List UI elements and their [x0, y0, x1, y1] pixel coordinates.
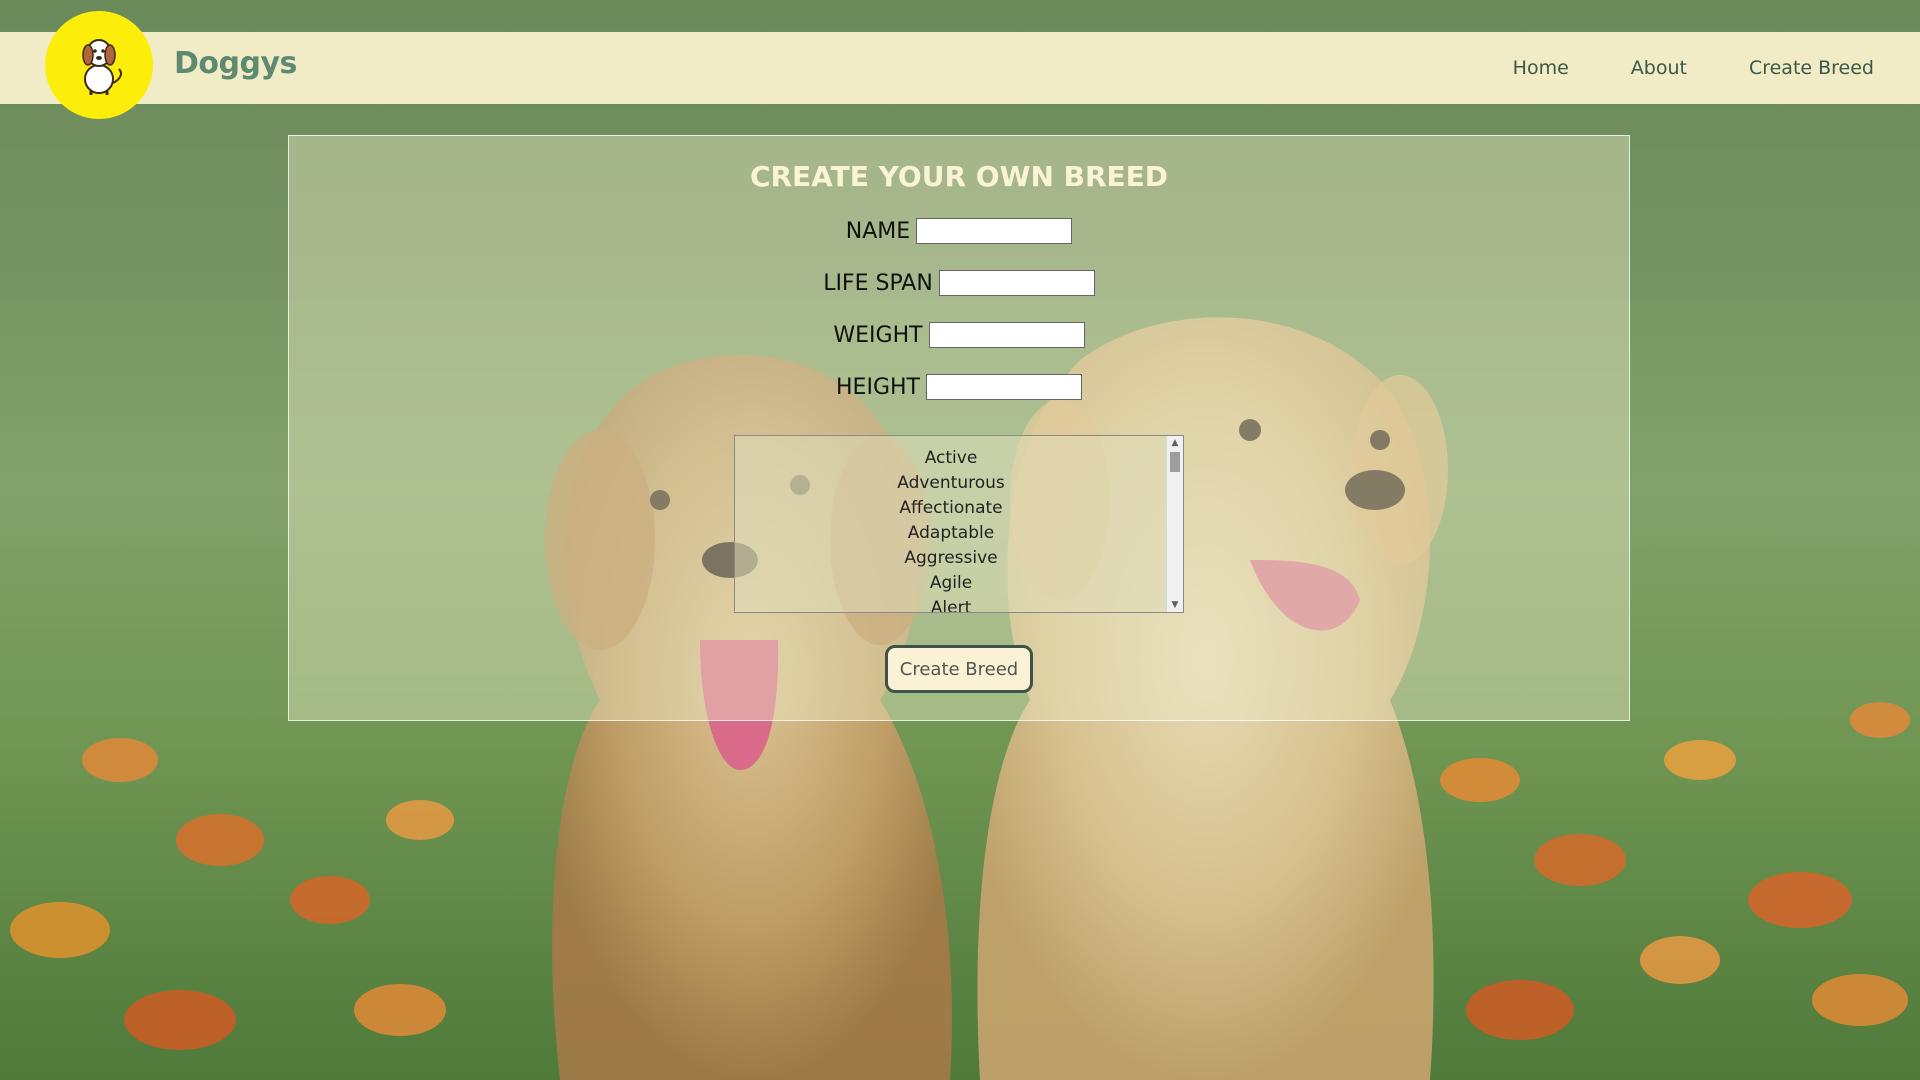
nav-home[interactable]: Home — [1513, 57, 1569, 79]
temperament-select[interactable]: Active Adventurous Affectionate Adaptabl… — [734, 435, 1184, 613]
weight-row: WEIGHT — [289, 309, 1629, 361]
temperament-option[interactable]: Alert — [735, 596, 1167, 612]
life-span-row: LIFE SPAN — [289, 257, 1629, 309]
temperament-option[interactable]: Adaptable — [735, 521, 1167, 546]
life-span-label: LIFE SPAN — [823, 270, 933, 296]
scroll-up-arrow-icon[interactable]: ▲ — [1167, 436, 1183, 450]
form-title: CREATE YOUR OWN BREED — [749, 160, 1169, 193]
height-row: HEIGHT — [289, 361, 1629, 413]
name-label: NAME — [845, 218, 911, 244]
temperament-scrollbar[interactable]: ▲ ▼ — [1166, 436, 1183, 612]
logo[interactable] — [45, 11, 153, 119]
temperament-option[interactable]: Adventurous — [735, 471, 1167, 496]
weight-input[interactable] — [928, 322, 1085, 348]
life-span-input[interactable] — [938, 270, 1095, 296]
temperament-option[interactable]: Affectionate — [735, 496, 1167, 521]
height-input[interactable] — [925, 374, 1082, 400]
nav-create-breed[interactable]: Create Breed — [1749, 57, 1874, 79]
temperament-option[interactable]: Agile — [735, 571, 1167, 596]
temperament-option[interactable]: Active — [735, 446, 1167, 471]
page: Doggys Home About Create Breed CREATE YO… — [0, 0, 1920, 1080]
temperament-option[interactable]: Aggressive — [735, 546, 1167, 571]
nav-about[interactable]: About — [1631, 57, 1687, 79]
create-breed-button[interactable]: Create Breed — [884, 645, 1034, 693]
nav-menu: Home About Create Breed — [1513, 32, 1874, 104]
name-row: NAME — [289, 205, 1629, 257]
create-breed-form: CREATE YOUR OWN BREED NAME LIFE SPAN WEI… — [288, 135, 1630, 721]
dog-icon — [82, 39, 122, 95]
height-label: HEIGHT — [836, 374, 920, 400]
scroll-thumb[interactable] — [1170, 452, 1180, 472]
name-input[interactable] — [916, 218, 1073, 244]
scroll-down-arrow-icon[interactable]: ▼ — [1167, 598, 1183, 612]
brand-name[interactable]: Doggys — [174, 46, 297, 81]
weight-label: WEIGHT — [833, 322, 923, 348]
temperament-options: Active Adventurous Affectionate Adaptabl… — [735, 436, 1167, 612]
